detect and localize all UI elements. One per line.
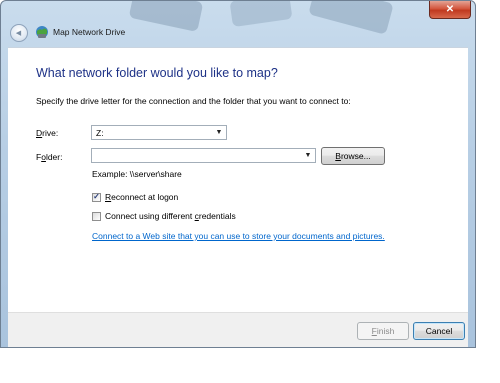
folder-combobox[interactable]: ▼ [91,148,316,163]
map-network-drive-window: ✕ ◀ Map Network Drive What network folde… [0,0,476,348]
browse-button[interactable]: Browse... [321,147,385,165]
close-button[interactable]: ✕ [429,1,471,19]
dropdown-arrow-icon[interactable]: ▼ [212,129,226,136]
cancel-button[interactable]: Cancel [413,322,465,340]
drive-select[interactable]: Z: ▼ [91,125,227,140]
example-text: Example: \\server\share [92,169,182,179]
reconnect-checkbox[interactable]: ✓ [92,192,101,202]
wizard-content: What network folder would you like to ma… [8,47,468,312]
network-drive-icon [36,26,48,38]
checkmark-icon: ✓ [93,192,100,201]
reconnect-label: Reconnect at logon [105,192,179,202]
finish-button[interactable]: Finish [357,322,409,340]
back-arrow-icon: ◀ [15,30,22,37]
folder-label: Folder: [36,152,63,162]
close-icon: ✕ [445,4,455,15]
different-credentials-option[interactable]: Connect using different credentials [92,211,236,221]
dropdown-arrow-icon[interactable]: ▼ [301,152,315,159]
window-title: Map Network Drive [53,27,126,37]
page-heading: What network folder would you like to ma… [36,66,278,80]
drive-label: Drive: [36,128,59,138]
different-credentials-checkbox[interactable] [92,211,101,221]
reconnect-option[interactable]: ✓ Reconnect at logon [92,192,178,202]
back-button[interactable]: ◀ [10,24,28,42]
title-bar: ◀ Map Network Drive [1,19,475,47]
wizard-footer: Finish Cancel [8,312,468,347]
different-credentials-label: Connect using different credentials [105,211,236,221]
web-site-link[interactable]: Connect to a Web site that you can use t… [92,231,385,241]
drive-select-value: Z: [96,127,104,138]
instruction-text: Specify the drive letter for the connect… [36,96,351,106]
